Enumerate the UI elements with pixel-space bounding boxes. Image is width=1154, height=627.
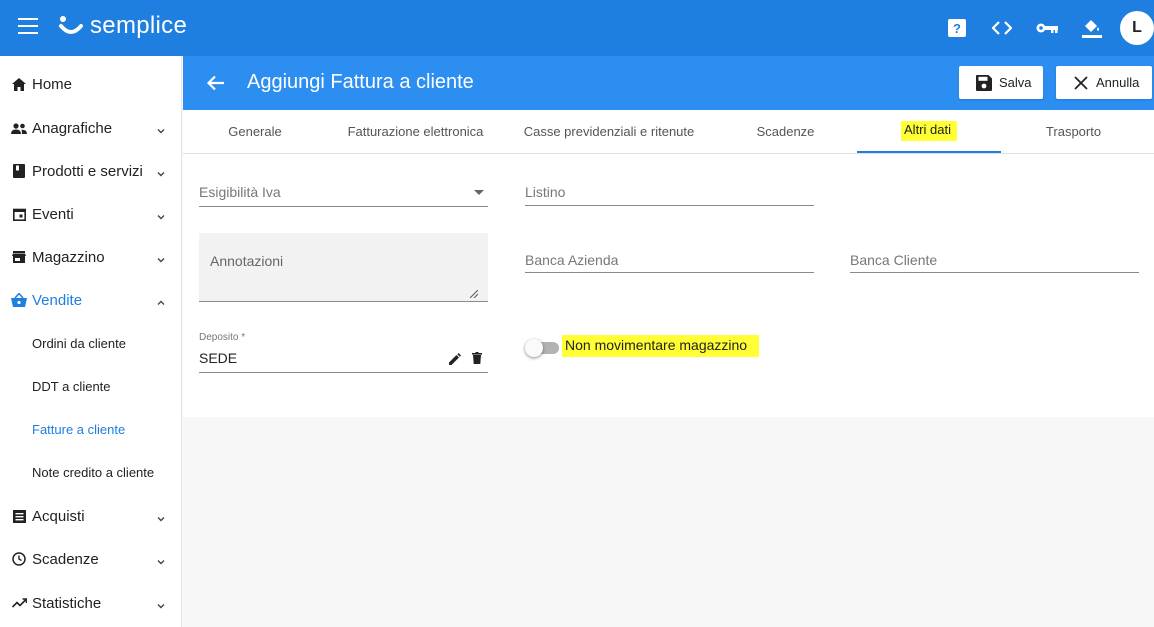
tab-altri-dati[interactable]: Altri dati [857, 110, 1001, 153]
sidebar-item-acquisti[interactable]: Acquisti [0, 496, 182, 536]
sidebar-subitem-fatture[interactable]: Fatture a cliente [0, 411, 182, 447]
sidebar-subitem-label: Fatture a cliente [32, 421, 126, 437]
clock-icon [11, 551, 27, 567]
sidebar-item-magazzino[interactable]: Magazzino [0, 237, 182, 277]
paint-bucket-icon[interactable] [1078, 14, 1106, 42]
annotazioni-textarea[interactable]: Annotazioni [199, 233, 488, 302]
sidebar-item-anagrafiche[interactable]: Anagrafiche [0, 108, 182, 148]
sidebar-subitem-label: Note credito a cliente [32, 464, 155, 480]
code-icon[interactable] [988, 14, 1016, 42]
field-label: Esigibilità Iva [199, 184, 281, 200]
home-icon [11, 76, 27, 92]
save-button-label: Salva [999, 75, 1032, 90]
banca-cliente-field[interactable]: Banca Cliente [850, 248, 1139, 274]
semplice-logo-icon [58, 12, 84, 40]
user-avatar[interactable]: L [1120, 11, 1154, 45]
tab-label: Fatturazione elettronica [347, 124, 484, 139]
close-icon [1072, 74, 1090, 92]
tab-label: Casse previdenziali e ritenute [523, 124, 695, 139]
sidebar-subitem-ordini[interactable]: Ordini da cliente [0, 325, 182, 361]
tab-label: Scadenze [756, 124, 815, 139]
key-icon[interactable] [1033, 14, 1061, 42]
field-label: Banca Cliente [850, 252, 938, 268]
sidebar-item-vendite[interactable]: Vendite [0, 280, 182, 320]
sidebar-item-label: Magazzino [32, 248, 105, 266]
sidebar-item-eventi[interactable]: Eventi [0, 194, 182, 234]
sidebar-subitem-label: Ordini da cliente [32, 335, 126, 351]
svg-text:?: ? [953, 21, 961, 36]
chevron-down-icon [156, 209, 166, 220]
sidebar-item-label: Statistiche [32, 594, 102, 612]
basket-icon [11, 292, 27, 308]
chevron-up-icon [156, 295, 166, 305]
field-label: Listino [525, 184, 566, 200]
brand-logo[interactable]: semplice [58, 12, 187, 40]
sidebar-item-label: Prodotti e servizi [32, 162, 143, 180]
sidebar-item-home[interactable]: Home [0, 64, 182, 104]
tab-trasporto[interactable]: Trasporto [1001, 110, 1146, 153]
chevron-down-icon [156, 511, 166, 522]
edit-pencil-icon[interactable] [449, 352, 463, 366]
tab-casse-previdenziali[interactable]: Casse previdenziali e ritenute [504, 110, 714, 153]
sidebar-subitem-ddt[interactable]: DDT a cliente [0, 368, 182, 404]
page-header: Aggiungi Fattura a cliente Salva Annulla [183, 56, 1154, 110]
sidebar: Home Anagrafiche Prodotti e servizi Even… [0, 56, 182, 627]
esigibilita-iva-select[interactable]: Esigibilità Iva [199, 180, 488, 208]
sidebar-subitem-note-credito[interactable]: Note credito a cliente [0, 454, 182, 490]
save-button[interactable]: Salva [959, 66, 1043, 99]
trending-icon [11, 595, 27, 611]
tab-bar: Generale Fatturazione elettronica Casse … [183, 110, 1154, 154]
floppy-disk-icon [975, 74, 993, 92]
sidebar-item-label: Home [32, 75, 73, 93]
sidebar-item-scadenze[interactable]: Scadenze [0, 539, 182, 579]
deposito-value: SEDE [199, 350, 238, 366]
sidebar-item-label: Acquisti [32, 507, 85, 525]
sidebar-item-label: Vendite [32, 291, 83, 309]
non-movimentare-label[interactable]: Non movimentare magazzino [562, 335, 760, 357]
book-icon [11, 163, 27, 179]
listino-field[interactable]: Listino [525, 180, 814, 208]
field-label: Banca Azienda [525, 252, 619, 268]
toggle-knob [525, 339, 543, 357]
people-icon [11, 120, 27, 136]
cancel-button[interactable]: Annulla [1056, 66, 1152, 99]
help-icon[interactable]: ? [943, 14, 971, 42]
delete-trash-icon[interactable] [472, 351, 484, 365]
page-title: Aggiungi Fattura a cliente [247, 71, 474, 93]
sidebar-item-label: Eventi [32, 205, 74, 223]
sidebar-item-label: Anagrafiche [32, 119, 113, 137]
deposito-field[interactable]: Deposito * SEDE [199, 330, 488, 374]
banca-azienda-field[interactable]: Banca Azienda [525, 248, 814, 274]
resize-grip-icon[interactable] [469, 285, 479, 299]
tab-scadenze[interactable]: Scadenze [714, 110, 857, 153]
chevron-down-icon [156, 123, 166, 134]
field-label: Annotazioni [210, 253, 284, 269]
sidebar-item-prodotti[interactable]: Prodotti e servizi [0, 151, 182, 191]
sidebar-item-label: Scadenze [32, 550, 99, 568]
store-icon [11, 249, 27, 265]
sidebar-subitem-label: DDT a cliente [32, 378, 111, 394]
tab-label: Altri dati [901, 120, 957, 141]
back-arrow-icon[interactable] [205, 72, 227, 94]
tab-label: Trasporto [1045, 124, 1102, 139]
calendar-icon [11, 206, 27, 222]
top-app-bar: semplice ? L [0, 0, 1154, 56]
chevron-down-icon [156, 252, 166, 263]
cancel-button-label: Annulla [1096, 75, 1140, 90]
tab-label: Generale [228, 124, 282, 139]
field-label: Deposito * [199, 332, 246, 343]
tab-generale[interactable]: Generale [183, 110, 327, 153]
chevron-down-icon [156, 166, 166, 177]
tab-fatturazione-elettronica[interactable]: Fatturazione elettronica [327, 110, 504, 153]
sidebar-item-statistiche[interactable]: Statistiche [0, 583, 182, 623]
hamburger-menu-icon[interactable] [18, 18, 38, 34]
chevron-down-icon [156, 554, 166, 565]
brand-name: semplice [90, 12, 188, 39]
dropdown-arrow-icon [474, 190, 484, 195]
non-movimentare-toggle[interactable] [525, 339, 559, 359]
altri-dati-form: Esigibilità Iva Listino Annotazioni Banc… [183, 154, 1154, 417]
list-icon [11, 508, 27, 524]
chevron-down-icon [156, 598, 166, 609]
